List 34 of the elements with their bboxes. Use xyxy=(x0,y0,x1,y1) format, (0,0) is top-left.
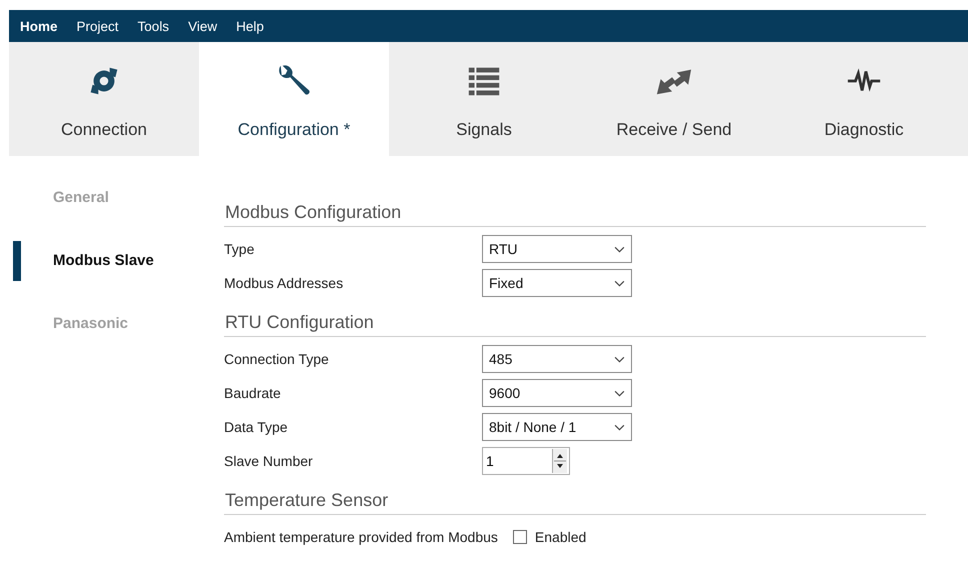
tab[interactable]: Signals xyxy=(389,42,579,156)
section-title: Temperature Sensor xyxy=(224,490,926,515)
menu-item[interactable]: View xyxy=(188,18,218,34)
sidebar-item[interactable]: Modbus Slave xyxy=(53,252,154,269)
chevron-icon xyxy=(614,246,625,252)
tab[interactable]: Receive / Send xyxy=(579,42,769,156)
field-label: Ambient temperature provided from Modbus xyxy=(224,529,498,545)
field-label: Modbus Addresses xyxy=(224,275,344,291)
dropdown[interactable]: 485 xyxy=(482,345,632,373)
spin-buttons[interactable] xyxy=(552,449,567,473)
menu-item[interactable]: Tools xyxy=(138,18,170,34)
dropdown[interactable]: RTU xyxy=(482,235,632,263)
chevron-icon xyxy=(614,424,625,430)
checkbox-label: Enabled xyxy=(534,529,586,545)
field-label: Connection Type xyxy=(224,351,330,367)
field-label: Data Type xyxy=(224,419,289,435)
dropdown[interactable]: 8bit / None / 1 xyxy=(482,413,632,441)
chevron-icon xyxy=(614,280,625,286)
dropdown[interactable]: 9600 xyxy=(482,379,632,407)
tab[interactable]: Diagnostic xyxy=(769,42,959,156)
menu-item[interactable]: Home xyxy=(20,18,58,34)
tab[interactable]: Configuration * xyxy=(199,42,389,156)
menu-item[interactable]: Project xyxy=(76,18,119,34)
section-title: Modbus Configuration xyxy=(224,202,926,227)
field-label: Slave Number xyxy=(224,453,314,469)
tab[interactable]: Connection xyxy=(9,42,199,156)
field-label: Baudrate xyxy=(224,385,282,401)
section-title: RTU Configuration xyxy=(224,312,926,337)
dropdown[interactable]: Fixed xyxy=(482,269,632,297)
chevron-icon xyxy=(614,390,625,396)
chevron-icon xyxy=(614,356,625,362)
checkbox[interactable] xyxy=(512,530,527,544)
menu-item[interactable]: Help xyxy=(236,18,264,34)
field-label: Type xyxy=(224,241,256,257)
